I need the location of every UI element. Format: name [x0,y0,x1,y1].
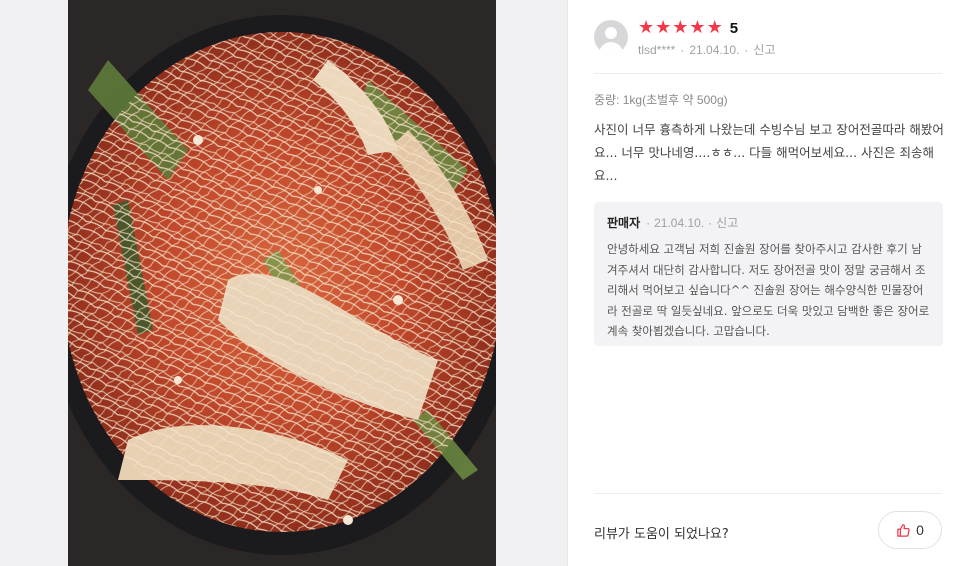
star-icon: ★ [638,17,655,38]
rating-score: 5 [729,19,739,37]
photo-area [0,0,567,566]
report-link[interactable]: 신고 [753,43,775,57]
review-date: 21.04.10. [689,43,740,57]
reply-report-link[interactable]: 신고 [716,216,738,230]
reply-author: 판매자 [607,216,641,230]
reply-date: 21.04.10. [654,216,705,230]
review-header: ★ ★ ★ ★ ★ 5 tlsd**** · 21.04.10. · 신고 [594,18,942,74]
helpful-section: 리뷰가 도움이 되었나요? 0 [594,493,942,566]
star-icon: ★ [672,17,689,38]
avatar-body [599,42,623,54]
meta-separator: · [646,216,651,230]
meta-separator: · [708,216,713,230]
avatar [594,20,628,54]
meta-separator: · [680,43,685,57]
meta-separator: · [744,43,749,57]
product-option: 중량: 1kg(초벌후 약 500g) [594,93,728,107]
thumbs-up-icon [897,523,910,537]
review-photo[interactable] [68,0,496,566]
star-icon: ★ [689,17,706,38]
helpful-like-button[interactable]: 0 [878,511,942,549]
review-text: 사진이 너무 흉측하게 나왔는데 수빙수님 보고 장어전골따라 해봤어요... … [594,122,944,183]
review-meta: tlsd**** · 21.04.10. · 신고 [638,41,776,58]
helpful-question: 리뷰가 도움이 되었나요? [594,527,729,542]
star-icon: ★ [655,17,672,38]
star-icon: ★ [706,17,723,38]
reply-header: 판매자 · 21.04.10. · 신고 [607,214,930,231]
rating-stars: ★ ★ ★ ★ ★ 5 [638,18,738,38]
review-detail-panel: ★ ★ ★ ★ ★ 5 tlsd**** · 21.04.10. · 신고 중량: 1k… [567,0,966,566]
like-count: 0 [916,522,924,538]
user-id: tlsd**** [638,43,676,57]
reply-text: 안녕하세요 고객님 저희 진솔원 장어를 찾아주시고 감사한 후기 남겨주셔서 … [607,242,930,338]
avatar-head [605,27,617,39]
seller-reply: 판매자 · 21.04.10. · 신고 안녕하세요 고객님 저희 진솔원 장어를 찾아… [594,202,943,346]
stew-photo-image [68,0,496,566]
